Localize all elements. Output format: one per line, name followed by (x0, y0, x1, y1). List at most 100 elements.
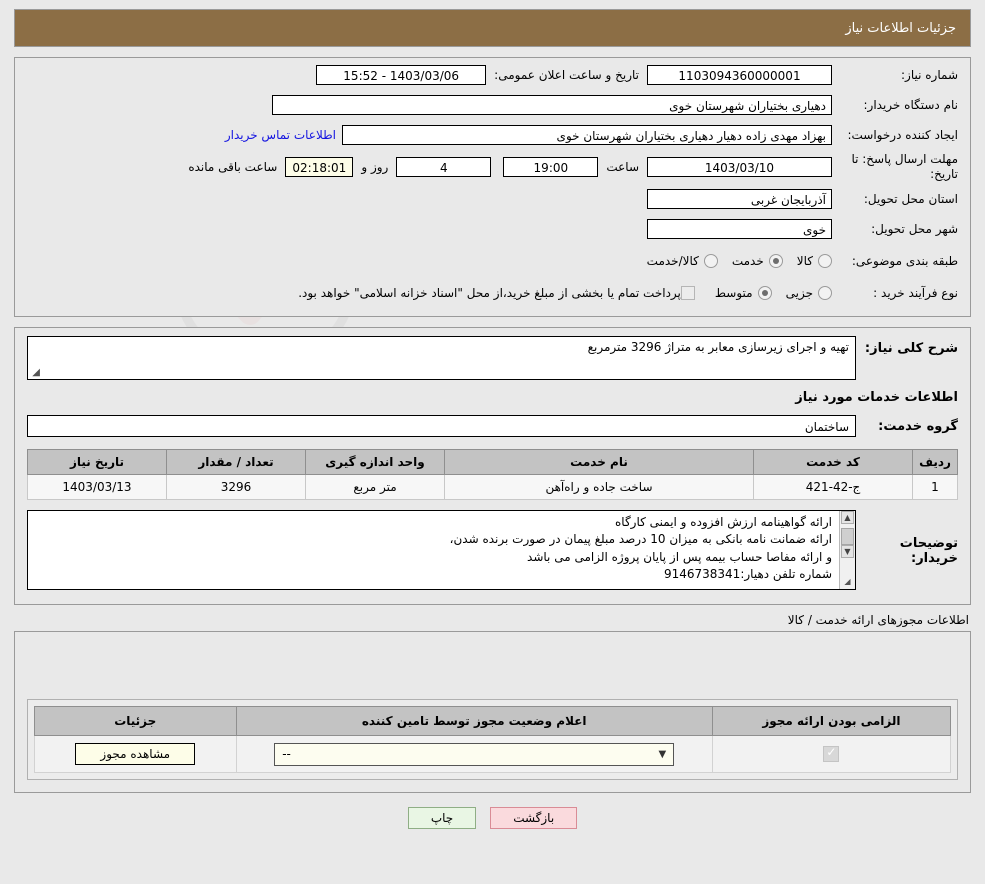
page-header-bar: جزئیات اطلاعات نیاز (14, 9, 971, 47)
category-label: طبقه بندی موضوعی: (851, 253, 958, 268)
notes-scrollbar[interactable]: ▲ ▼ ◢ (839, 511, 855, 589)
payment-note-checkbox (680, 286, 695, 300)
requester-field[interactable]: بهزاد مهدی زاده دهیار دهیاری بختیاران شه… (342, 125, 832, 145)
radio-process-motavaset[interactable] (757, 286, 772, 300)
row-deadline: مهلت ارسال پاسخ: تا تاریخ: 1403/03/10 سا… (15, 152, 970, 182)
licenses-table-wrap: الزامی بودن ارائه مجوز اعلام وضعیت مجوز … (27, 699, 958, 780)
public-announce-label: تاریخ و ساعت اعلان عمومی: (494, 68, 639, 82)
cell-row: 1 (912, 474, 958, 500)
buyer-org-label: نام دستگاه خریدار: (863, 97, 959, 112)
col-unit: واحد اندازه گیری (305, 449, 445, 475)
city-field[interactable]: خوی (647, 219, 832, 239)
col-license-details: جزئیات (34, 706, 237, 736)
notes-resize-grip-icon[interactable]: ◢ (841, 576, 854, 589)
col-quantity: تعداد / مقدار (166, 449, 306, 475)
row-city: شهر محل تحویل: خوی (15, 216, 970, 242)
public-announce-field[interactable]: 1403/03/06 - 15:52 (316, 65, 487, 85)
resize-grip-icon[interactable]: ◢ (30, 368, 40, 378)
licenses-panel: الزامی بودن ارائه مجوز اعلام وضعیت مجوز … (14, 631, 971, 793)
radio-category-kala-label: کالا (796, 254, 813, 268)
services-info-title: اطلاعات خدمات مورد نیاز (795, 390, 958, 405)
row-service-group: گروه خدمت: ساختمان (27, 415, 958, 437)
process-label: نوع فرآیند خرید : (873, 285, 958, 300)
col-name: نام خدمت (444, 449, 754, 475)
cell-license-required (711, 735, 952, 773)
cell-name: ساخت جاده و راه‌آهن (444, 474, 754, 500)
radio-category-khedmat[interactable] (768, 254, 783, 268)
radio-process-motavaset-label: متوسط (714, 286, 753, 300)
service-group-label: گروه خدمت: (878, 418, 958, 434)
general-desc-value: تهیه و اجرای زیرسازی معابر به متراژ 3296… (587, 340, 849, 354)
need-summary-panel: شماره نیاز: 1103094360000001 تاریخ و ساع… (14, 57, 971, 317)
back-button[interactable]: بازگشت (490, 807, 578, 829)
deadline-hour-field[interactable]: 19:00 (503, 157, 599, 177)
radio-category-khedmat-label: خدمت (731, 254, 764, 268)
buyer-org-field[interactable]: دهیاری بختیاران شهرستان خوی (272, 95, 832, 115)
province-field[interactable]: آذربایجان غربی (647, 189, 832, 209)
page-title: جزئیات اطلاعات نیاز (845, 20, 956, 36)
row-requester: ایجاد کننده درخواست: بهزاد مهدی زاده دهی… (15, 122, 970, 148)
requester-label: ایجاد کننده درخواست: (847, 127, 958, 142)
table-header-row: ردیف کد خدمت نام خدمت واحد اندازه گیری ت… (27, 449, 958, 475)
licenses-table: الزامی بودن ارائه مجوز اعلام وضعیت مجوز … (34, 706, 952, 773)
cell-date: 1403/03/13 (27, 474, 167, 500)
radio-category-kala-khedmat[interactable] (703, 254, 718, 268)
countdown-field[interactable]: 02:18:01 (285, 157, 354, 177)
col-code: کد خدمت (753, 449, 913, 475)
cell-code: ج-42-421 (753, 474, 913, 500)
row-category: طبقه بندی موضوعی: کالا خدمت کالا/خدمت (15, 248, 970, 274)
need-number-label: شماره نیاز: (901, 67, 958, 82)
col-license-status: اعلام وضعیت مجوز توسط تامین کننده (235, 706, 713, 736)
col-row: ردیف (912, 449, 958, 475)
days-label: روز و (361, 160, 389, 174)
service-group-field[interactable]: ساختمان (27, 415, 856, 437)
city-label: شهر محل تحویل: (871, 221, 958, 236)
buyer-contact-link[interactable]: اطلاعات تماس خریدار (219, 128, 342, 142)
general-desc-label: شرح کلی نیاز: (864, 341, 958, 356)
col-date: تاریخ نیاز (27, 449, 167, 475)
col-license-required: الزامی بودن ارائه مجوز (711, 706, 952, 736)
licenses-header-row: الزامی بودن ارائه مجوز اعلام وضعیت مجوز … (34, 706, 952, 736)
scroll-thumb[interactable] (841, 528, 854, 545)
payment-note-text: پرداخت تمام یا بخشی از مبلغ خرید،از محل … (298, 286, 681, 300)
licenses-caption: اطلاعات مجوزهای ارائه خدمت / کالا (787, 613, 969, 627)
deadline-date-field[interactable]: 1403/03/10 (647, 157, 832, 177)
row-process: نوع فرآیند خرید : جزیی متوسط پرداخت تمام… (15, 280, 970, 306)
row-buyer-notes: توضیحات خریدار: ارائه گواهینامه ارزش افز… (27, 510, 958, 590)
footer-actions: بازگشت چاپ (0, 807, 985, 829)
scroll-up-icon[interactable]: ▲ (841, 511, 854, 524)
cell-license-status: ▼ -- (235, 735, 713, 773)
days-remaining-field[interactable]: 4 (396, 157, 492, 177)
license-status-value: -- (282, 746, 291, 761)
license-status-select[interactable]: ▼ -- (274, 742, 675, 766)
row-buyer-org: نام دستگاه خریدار: دهیاری بختیاران شهرست… (15, 92, 970, 118)
province-label: استان محل تحویل: (863, 191, 958, 206)
cell-unit: متر مربع (305, 474, 445, 500)
licenses-row: ▼ -- مشاهده مجوز (34, 735, 952, 773)
print-button[interactable]: چاپ (407, 807, 477, 829)
need-details-panel: شرح کلی نیاز: تهیه و اجرای زیرسازی معابر… (14, 327, 971, 605)
cell-quantity: 3296 (166, 474, 306, 500)
buyer-notes-label: توضیحات خریدار: (899, 536, 958, 566)
buyer-notes-textarea[interactable]: ارائه گواهینامه ارزش افزوده و ایمنی کارگ… (27, 510, 856, 590)
chevron-down-icon: ▼ (658, 748, 667, 760)
general-desc-textarea[interactable]: تهیه و اجرای زیرسازی معابر به متراژ 3296… (27, 336, 856, 380)
countdown-label: ساعت باقی مانده (188, 160, 278, 174)
deadline-label: مهلت ارسال پاسخ: تا تاریخ: (851, 152, 958, 181)
radio-process-jozii[interactable] (818, 286, 832, 300)
radio-category-kala-khedmat-label: کالا/خدمت (646, 254, 699, 268)
service-items-table: ردیف کد خدمت نام خدمت واحد اندازه گیری ت… (27, 449, 958, 500)
scroll-down-icon[interactable]: ▼ (841, 545, 854, 558)
hour-label: ساعت (606, 160, 639, 174)
cell-license-details: مشاهده مجوز (34, 735, 237, 773)
buyer-notes-value: ارائه گواهینامه ارزش افزوده و ایمنی کارگ… (449, 515, 832, 582)
row-need-number: شماره نیاز: 1103094360000001 تاریخ و ساع… (15, 62, 970, 88)
row-general-description: شرح کلی نیاز: تهیه و اجرای زیرسازی معابر… (27, 336, 958, 380)
table-row: 1 ج-42-421 ساخت جاده و راه‌آهن متر مربع … (27, 474, 958, 500)
radio-category-kala[interactable] (818, 254, 832, 268)
view-license-button[interactable]: مشاهده مجوز (75, 743, 196, 765)
radio-process-jozii-label: جزیی (785, 286, 813, 300)
license-required-checkbox (823, 745, 840, 762)
row-province: استان محل تحویل: آذربایجان غربی (15, 186, 970, 212)
need-number-field[interactable]: 1103094360000001 (647, 65, 832, 85)
